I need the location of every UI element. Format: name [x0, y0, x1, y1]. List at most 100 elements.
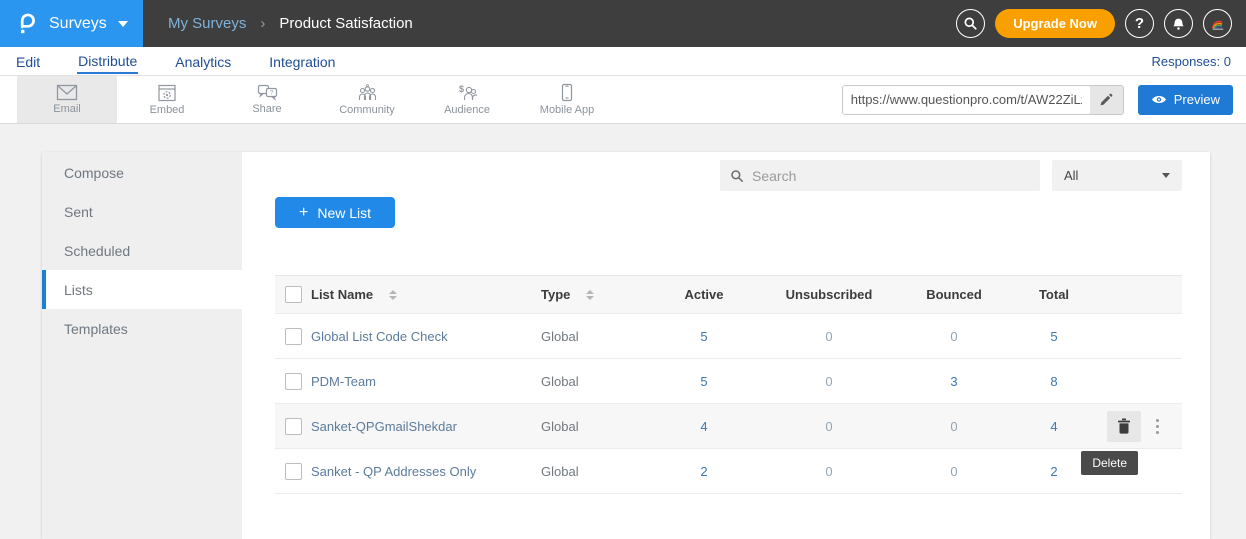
list-type: Global	[541, 464, 579, 479]
bounced-count[interactable]: 0	[950, 464, 957, 479]
tab-edit[interactable]: Edit	[15, 50, 41, 73]
active-count-link[interactable]: 2	[700, 464, 707, 479]
sidebar-item-templates[interactable]: Templates	[42, 309, 242, 348]
list-name-link[interactable]: PDM-Team	[311, 374, 376, 389]
table-row: PDM-Team Global 5 0 3 8	[275, 359, 1182, 404]
unsubscribed-count[interactable]: 0	[825, 419, 832, 434]
product-switcher[interactable]: Surveys	[0, 0, 143, 47]
list-search-box	[720, 160, 1040, 191]
row-select-cell	[275, 373, 311, 390]
column-active: Active	[649, 287, 759, 302]
row-select-cell	[275, 463, 311, 480]
sort-list-name[interactable]	[389, 290, 397, 300]
share-icon: ?	[257, 84, 278, 101]
channel-email[interactable]: Email	[17, 76, 117, 123]
account-avatar[interactable]	[1203, 9, 1232, 38]
list-name-link[interactable]: Global List Code Check	[311, 329, 448, 344]
total-count-link[interactable]: 8	[1050, 374, 1057, 389]
active-count-link[interactable]: 4	[700, 419, 707, 434]
list-name-link[interactable]: Sanket - QP Addresses Only	[311, 464, 476, 479]
search-input[interactable]	[752, 168, 1030, 184]
list-type: Global	[541, 419, 579, 434]
row-menu-button[interactable]	[1151, 415, 1164, 438]
select-all-checkbox[interactable]	[285, 286, 302, 303]
sidebar-item-scheduled[interactable]: Scheduled	[42, 231, 242, 270]
sidebar-item-compose[interactable]: Compose	[42, 153, 242, 192]
active-count-link[interactable]: 5	[700, 374, 707, 389]
top-header: Surveys My Surveys › Product Satisfactio…	[0, 0, 1246, 47]
column-label: Bounced	[926, 287, 982, 302]
chevron-down-icon	[1162, 173, 1170, 178]
toolbar-right: Preview	[842, 76, 1246, 123]
sidebar-item-sent[interactable]: Sent	[42, 192, 242, 231]
tab-distribute[interactable]: Distribute	[77, 49, 138, 74]
row-checkbox[interactable]	[285, 463, 302, 480]
delete-tooltip: Delete	[1081, 451, 1138, 475]
distribute-card: Compose Sent Scheduled Lists Templates A…	[42, 152, 1210, 539]
select-all-cell	[275, 286, 311, 303]
column-label: Unsubscribed	[786, 287, 873, 302]
responses-count: Responses: 0	[1152, 54, 1232, 69]
svg-text:$: $	[459, 84, 464, 94]
total-count-link[interactable]: 5	[1050, 329, 1057, 344]
sort-type[interactable]	[586, 290, 594, 300]
sidebar-item-lists[interactable]: Lists	[42, 270, 242, 309]
channel-share[interactable]: ? Share	[217, 76, 317, 123]
channel-mobile-app[interactable]: Mobile App	[517, 76, 617, 123]
delete-list-button[interactable]	[1107, 411, 1141, 442]
active-count-link[interactable]: 5	[700, 329, 707, 344]
channel-label: Community	[339, 104, 395, 116]
breadcrumb-current-survey: Product Satisfaction	[279, 15, 412, 32]
unsubscribed-count[interactable]: 0	[825, 464, 832, 479]
page-content: Compose Sent Scheduled Lists Templates A…	[0, 124, 1246, 539]
new-list-button[interactable]: + New List	[275, 197, 395, 228]
lists-table: List Name Type Active Unsubscribed Bou	[275, 275, 1182, 494]
survey-url-input[interactable]	[843, 86, 1090, 114]
channel-community[interactable]: Community	[317, 76, 417, 123]
notifications-button[interactable]	[1164, 9, 1193, 38]
row-select-cell	[275, 328, 311, 345]
breadcrumb-my-surveys[interactable]: My Surveys	[168, 15, 246, 32]
questionpro-logo-icon	[16, 12, 40, 36]
unsubscribed-count[interactable]: 0	[825, 374, 832, 389]
bounced-count-link[interactable]: 3	[950, 374, 957, 389]
search-icon	[963, 16, 978, 31]
search-button[interactable]	[956, 9, 985, 38]
bounced-count[interactable]: 0	[950, 329, 957, 344]
tab-integration[interactable]: Integration	[268, 50, 336, 73]
bounced-count[interactable]: 0	[950, 419, 957, 434]
table-row: Sanket - QP Addresses Only Global 2 0 0 …	[275, 449, 1182, 494]
row-checkbox[interactable]	[285, 418, 302, 435]
email-sidebar: Compose Sent Scheduled Lists Templates	[42, 152, 242, 539]
preview-button[interactable]: Preview	[1138, 85, 1233, 115]
total-count-link[interactable]: 4	[1050, 419, 1057, 434]
upgrade-now-button[interactable]: Upgrade Now	[995, 9, 1115, 38]
channel-embed[interactable]: Embed	[117, 76, 217, 123]
total-count-link[interactable]: 2	[1050, 464, 1057, 479]
breadcrumb: My Surveys › Product Satisfaction	[143, 0, 413, 47]
table-row: Sanket-QPGmailShekdar Global 4 0 0 4	[275, 404, 1182, 449]
pencil-icon	[1099, 93, 1113, 107]
avatar-gauge-icon	[1209, 16, 1227, 31]
channel-label: Embed	[150, 104, 185, 116]
edit-url-button[interactable]	[1090, 86, 1123, 114]
search-icon	[730, 169, 744, 183]
tab-analytics[interactable]: Analytics	[174, 50, 232, 73]
unsubscribed-count[interactable]: 0	[825, 329, 832, 344]
help-button[interactable]: ?	[1125, 9, 1154, 38]
row-checkbox[interactable]	[285, 373, 302, 390]
list-name-link[interactable]: Sanket-QPGmailShekdar	[311, 419, 457, 434]
new-list-label: New List	[317, 205, 371, 221]
email-icon	[56, 84, 78, 101]
preview-label: Preview	[1174, 92, 1220, 107]
column-label: Type	[541, 287, 570, 302]
breadcrumb-separator: ›	[260, 15, 265, 32]
row-checkbox[interactable]	[285, 328, 302, 345]
survey-tab-bar: Edit Distribute Analytics Integration Re…	[0, 47, 1246, 76]
column-bounced: Bounced	[899, 287, 1009, 302]
list-type-filter[interactable]: All	[1052, 160, 1182, 191]
column-total: Total	[1009, 287, 1099, 302]
channel-audience[interactable]: $ Audience	[417, 76, 517, 123]
channel-label: Mobile App	[540, 104, 594, 116]
eye-icon	[1151, 94, 1167, 105]
